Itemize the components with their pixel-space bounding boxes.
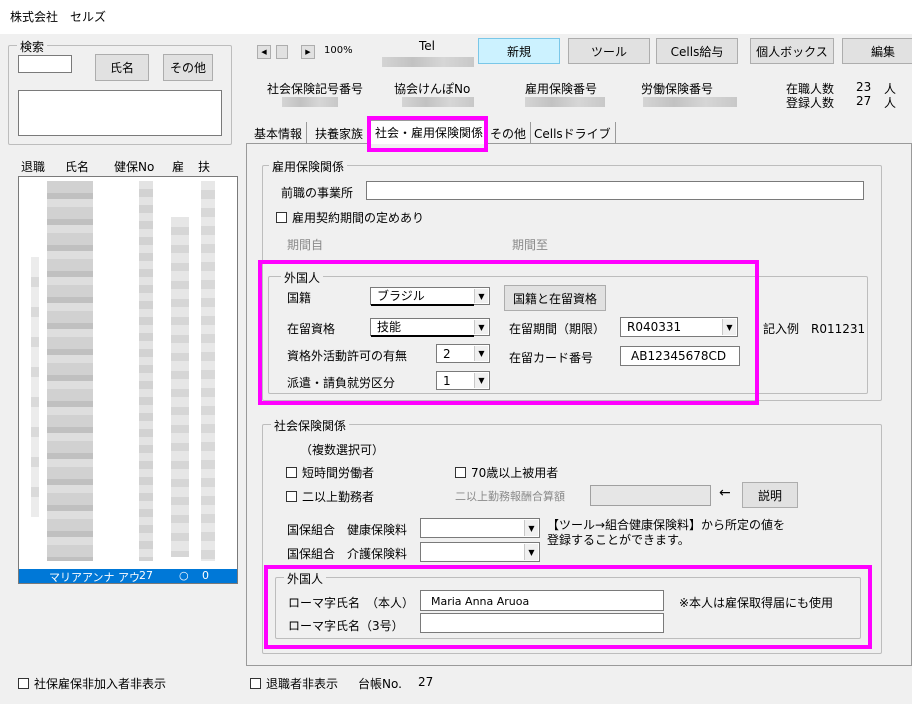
title-bar: 株式会社 セルズ	[0, 0, 912, 34]
chevron-down-icon[interactable]: ▼	[524, 544, 538, 560]
blurred-fuyo-column	[201, 181, 215, 561]
next-arrow-icon: ▶	[305, 48, 311, 56]
tab-other[interactable]: その他	[486, 122, 532, 144]
tab-basic-info[interactable]: 基本情報	[250, 122, 308, 144]
search-name-button[interactable]: 氏名	[95, 54, 149, 81]
multi-office-checkbox-box[interactable]	[286, 491, 297, 502]
multi-office-checkbox[interactable]: 二以上勤務者	[286, 488, 374, 505]
highlight-foreigner-name-section	[264, 565, 872, 649]
explain-button[interactable]: 説明	[742, 482, 798, 508]
social-insurance-no-redacted	[282, 97, 338, 107]
header-health-no: 健保No	[114, 160, 155, 174]
tab-dependents[interactable]: 扶養家族	[311, 122, 369, 144]
blurred-health-column	[139, 181, 153, 561]
multi-office-total-label: 二以上勤務報酬合算額	[455, 490, 565, 503]
ledger-no-label: 台帳No.	[358, 677, 402, 691]
prev-button[interactable]: ◀	[257, 45, 271, 59]
selected-row-name: マリアアンナ アウ	[49, 571, 141, 584]
employed-count: 23	[856, 80, 872, 94]
edit-button[interactable]: 編集	[842, 38, 912, 64]
left-arrow-icon: ←	[719, 485, 731, 501]
stay-period-example: 記入例 R011231	[763, 322, 866, 336]
over70-checkbox[interactable]: 70歳以上被用者	[455, 464, 558, 481]
blurred-name-column	[47, 181, 93, 561]
chevron-down-icon[interactable]: ▼	[524, 520, 538, 536]
hide-non-enrolled-checkbox-box[interactable]	[18, 678, 29, 689]
table-row-selected[interactable]: マリアアンナ アウ 27 ○ 0	[19, 569, 237, 583]
kyokai-kenpo-no-redacted	[402, 97, 474, 107]
header-name: 氏名	[65, 160, 90, 174]
header-retired: 退職	[21, 160, 46, 174]
prev-employer-input[interactable]	[366, 181, 864, 200]
short-time-checkbox[interactable]: 短時間労働者	[286, 464, 374, 481]
next-button[interactable]: ▶	[301, 45, 315, 59]
tel-value-redacted	[382, 57, 474, 67]
zoom-level: 100%	[324, 45, 353, 56]
blurred-retired-column	[31, 257, 39, 517]
prev-employer-label: 前職の事業所	[281, 186, 354, 200]
employment-legend: 雇用保険関係	[269, 158, 348, 175]
new-button[interactable]: 新規	[478, 38, 560, 64]
employee-list-header: 退職 氏名 健保No 雇 扶	[18, 158, 238, 174]
employee-list[interactable]: マリアアンナ アウ 27 ○ 0	[18, 176, 238, 584]
multi-select-note: （複数選択可）	[300, 443, 385, 457]
prev-arrow-icon: ◀	[261, 48, 267, 56]
selected-row-koyo: ○	[179, 569, 189, 582]
fixed-term-checkbox[interactable]: 雇用契約期間の定めあり	[276, 209, 424, 226]
kumiai-note: 【ツール→組合健康保険料】から所定の値を登録することができます。	[547, 518, 786, 547]
period-to-label: 期間至	[512, 238, 549, 252]
health-ins-label: 国保組合 健康保険料	[287, 523, 408, 537]
care-ins-label: 国保組合 介護保険料	[287, 547, 408, 561]
tab-cells-drive[interactable]: Cellsドライブ	[530, 122, 616, 144]
social-insurance-no-label: 社会保険記号番号	[267, 82, 364, 96]
selected-row-health-no: 27	[139, 569, 153, 582]
search-legend: 検索	[17, 38, 48, 55]
employment-ins-no-redacted	[525, 97, 605, 107]
health-ins-select[interactable]: ▼	[420, 518, 540, 538]
short-time-checkbox-box[interactable]	[286, 467, 297, 478]
care-ins-select[interactable]: ▼	[420, 542, 540, 562]
hide-retired-checkbox-box[interactable]	[250, 678, 261, 689]
selected-row-fuyo: 0	[202, 569, 209, 582]
period-from-label: 期間自	[287, 238, 324, 252]
kyokai-kenpo-no-label: 協会けんぽNo	[394, 82, 471, 96]
blurred-koyo-column	[171, 217, 189, 557]
registered-count-unit: 人	[884, 96, 897, 110]
tools-button[interactable]: ツール	[568, 38, 650, 64]
over70-checkbox-box[interactable]	[455, 467, 466, 478]
header-fuyo: 扶	[198, 160, 211, 174]
registered-count-label: 登録人数	[786, 96, 835, 110]
hide-non-enrolled-checkbox[interactable]: 社保雇保非加入者非表示	[18, 675, 166, 692]
search-input[interactable]	[18, 55, 72, 73]
labor-ins-no-redacted	[643, 97, 737, 107]
search-results-box[interactable]	[18, 90, 222, 136]
cells-salary-button[interactable]: Cells給与	[656, 38, 738, 64]
labor-ins-no-label: 労働保険番号	[641, 82, 714, 96]
window-title: 株式会社 セルズ	[10, 10, 107, 24]
scroll-thumb[interactable]	[276, 45, 288, 59]
tel-label: Tel	[419, 39, 436, 53]
search-other-button[interactable]: その他	[163, 54, 213, 81]
multi-office-total-input	[590, 485, 711, 506]
ledger-no-value: 27	[418, 675, 434, 689]
employment-ins-no-label: 雇用保険番号	[525, 82, 598, 96]
personal-box-button[interactable]: 個人ボックス	[750, 38, 834, 64]
fixed-term-checkbox-box[interactable]	[276, 212, 287, 223]
highlight-active-tab	[367, 116, 488, 152]
header-koyo: 雇	[172, 160, 185, 174]
hide-retired-checkbox[interactable]: 退職者非表示	[250, 675, 338, 692]
registered-count: 27	[856, 94, 872, 108]
social-legend: 社会保険関係	[271, 417, 350, 434]
highlight-foreigner-section	[258, 260, 759, 405]
